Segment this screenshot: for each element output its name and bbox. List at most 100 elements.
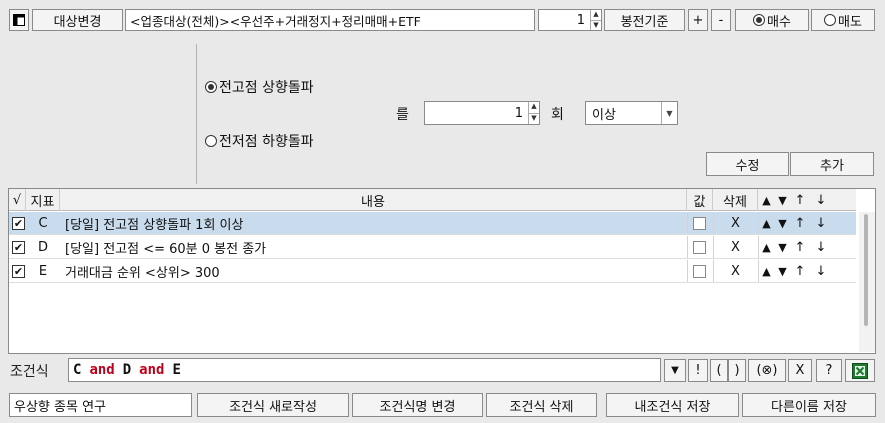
header-top: ↑ [794,192,806,208]
header-move-down: ▼ [778,193,787,207]
move-top-icon[interactable]: ↑ [790,212,810,235]
count-spin-buttons[interactable]: ▲ ▼ [590,10,601,30]
column-divider [687,236,688,258]
rename-condition-button[interactable]: 조건식명 변경 [352,393,483,417]
formula-token: C [73,362,82,378]
clear-button[interactable]: X [788,359,812,382]
move-up-icon[interactable]: ▲ [758,212,775,235]
sell-radio[interactable]: 매도 [811,9,875,31]
excel-export-button[interactable] [845,359,875,382]
row-checkbox[interactable]: ✔ [12,241,25,254]
option-high-radio[interactable]: 전고점 상향돌파 [205,77,314,97]
save-condition-button[interactable]: 내조건식 저장 [606,393,739,417]
spin-up-icon[interactable]: ▲ [591,10,601,20]
spin-down-icon[interactable]: ▼ [591,19,601,31]
count-value: 1 [576,12,585,28]
radio-empty-icon [824,14,837,26]
header-content: 내용 [60,189,687,211]
move-down-icon[interactable]: ▼ [775,212,790,235]
table-row[interactable]: ✔ E 거래대금 순위 <상위> 300 X ▲ ▼ ↑ ↓ [9,260,856,283]
formula-label: 조건식 [10,364,49,380]
buy-radio[interactable]: 매수 [735,9,809,31]
times-value: 1 [514,105,523,121]
editor-divider [196,44,197,184]
target-text-field[interactable]: <업종대상(전체)><우선주+거래정지+정리매매+ETF [125,9,535,31]
help-button[interactable]: ? [816,359,842,382]
formula-field[interactable]: C and D and E [68,358,661,382]
radio-empty-icon [205,135,217,147]
option-low-label: 전저점 하향돌파 [219,134,314,150]
row-value-checkbox[interactable] [693,217,706,230]
move-up-icon[interactable]: ▲ [758,236,775,259]
close-paren-button[interactable]: ) [728,359,746,382]
formula-operator: and [139,362,165,378]
new-condition-button[interactable]: 조건식 새로작성 [197,393,349,417]
row-delete-button[interactable]: X [713,260,758,283]
delete-condition-button[interactable]: 조건식 삭제 [486,393,597,417]
basis-button[interactable]: 봉전기준 [604,9,685,31]
move-bottom-icon[interactable]: ↓ [810,212,832,235]
compare-select[interactable]: 이상 ▼ [585,101,678,125]
option-low-radio[interactable]: 전저점 하향돌파 [205,131,314,151]
row-delete-button[interactable]: X [713,236,758,259]
scrollbar-thumb[interactable] [864,214,868,326]
excel-icon [852,362,868,379]
move-up-icon[interactable]: ▲ [758,260,775,283]
not-button[interactable]: ! [688,359,708,382]
condition-name-field[interactable]: 우상향 종목 연구 [9,393,192,417]
row-indicator: D [37,240,48,255]
move-down-icon[interactable]: ▼ [775,236,790,259]
header-check: √ [9,189,26,211]
minus-button[interactable]: - [711,9,731,31]
header-bottom: ↓ [815,192,827,208]
column-divider [687,212,688,234]
add-button[interactable]: 추가 [790,152,874,176]
spin-down-icon[interactable]: ▼ [529,112,539,125]
window-icon-button[interactable] [9,9,29,31]
move-bottom-icon[interactable]: ↓ [810,260,832,283]
count-stepper[interactable]: 1 ▲ ▼ [538,9,602,31]
row-indicator: E [38,264,48,279]
times-stepper[interactable]: 1 ▲ ▼ [424,101,540,125]
save-as-button[interactable]: 다른이름 저장 [742,393,876,417]
formula-token: D [122,362,132,378]
row-content: [당일] 전고점 상향돌파 1회 이상 [65,218,244,233]
header-indicator: 지표 [26,189,60,211]
move-top-icon[interactable]: ↑ [790,236,810,259]
times-spin-buttons[interactable]: ▲ ▼ [528,102,539,124]
move-top-icon[interactable]: ↑ [790,260,810,283]
plus-button[interactable]: + [688,9,708,31]
row-checkbox[interactable]: ✔ [12,265,25,278]
table-row[interactable]: ✔ C [당일] 전고점 상향돌파 1회 이상 X ▲ ▼ ↑ ↓ [9,212,856,235]
compare-select-value: 이상 [592,107,616,123]
header-value: 값 [687,189,713,211]
option-high-label: 전고점 상향돌파 [219,80,314,96]
header-delete: 삭제 [713,189,758,211]
edit-button[interactable]: 수정 [706,152,789,176]
open-paren-button[interactable]: ( [710,359,728,382]
row-content: [당일] 전고점 <= 60분 0 봉전 종가 [65,242,267,257]
row-delete-button[interactable]: X [713,212,758,235]
window-icon [13,14,25,26]
formula-dropdown-button[interactable]: ▼ [664,359,686,382]
formula-operator: and [89,362,115,378]
row-checkbox[interactable]: ✔ [12,217,25,230]
move-bottom-icon[interactable]: ↓ [810,236,832,259]
radio-selected-icon [205,81,217,93]
target-change-button[interactable]: 대상변경 [32,9,123,31]
row-value-checkbox[interactable] [693,241,706,254]
table-row[interactable]: ✔ D [당일] 전고점 <= 60분 0 봉전 종가 X ▲ ▼ ↑ ↓ [9,236,856,259]
remove-paren-button[interactable]: (⊗) [748,359,786,382]
radio-selected-icon [753,14,766,26]
column-divider [687,260,688,282]
times-unit-label: 회 [551,107,564,123]
row-value-checkbox[interactable] [693,265,706,278]
sell-label: 매도 [838,14,862,30]
particle-label: 를 [396,107,409,123]
move-down-icon[interactable]: ▼ [775,260,790,283]
grid-header: √ 지표 내용 값 삭제 ▲ ▼ ↑ ↓ [9,189,856,211]
spin-up-icon[interactable]: ▲ [529,102,539,113]
chevron-down-icon[interactable]: ▼ [661,102,677,124]
buy-label: 매수 [767,14,791,30]
grid-scrollbar[interactable] [859,212,875,352]
